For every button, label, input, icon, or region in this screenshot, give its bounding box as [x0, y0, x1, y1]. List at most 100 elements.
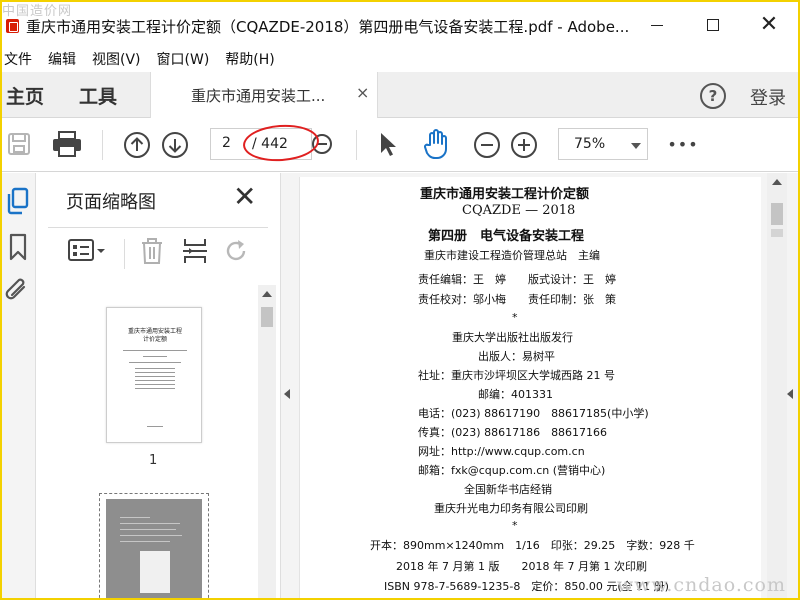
- minimize-icon: [651, 24, 663, 26]
- attachments-button[interactable]: [5, 277, 31, 305]
- page-postcode: 邮编：401331: [478, 388, 553, 401]
- zoom-select[interactable]: 75%: [558, 128, 648, 160]
- thumbnail-text-line: [135, 368, 175, 369]
- thumbnail-text-line: [147, 426, 163, 427]
- panel-divider: [48, 227, 268, 228]
- tab-bar: 主页 工具 重庆市通用安装工... × ? 登录: [0, 72, 800, 118]
- thumbnail-text-line: [135, 384, 175, 385]
- bookmark-icon: [9, 233, 27, 261]
- thumbnail-text-line: [143, 356, 167, 357]
- print-button[interactable]: [50, 128, 84, 160]
- menu-edit[interactable]: 编辑: [40, 49, 84, 69]
- select-tool-button[interactable]: [374, 128, 402, 160]
- tab-tools[interactable]: 工具: [79, 82, 117, 109]
- page-thumbnail-1[interactable]: 重庆市通用安装工程 计价定额: [106, 307, 202, 443]
- page-email: 邮箱：fxk@cqup.com.cn (营销中心): [418, 464, 606, 477]
- delete-page-button[interactable]: [140, 237, 166, 267]
- trash-icon: [142, 238, 162, 264]
- thumbnail-text-line: [120, 517, 150, 518]
- page-edition: 2018 年 7 月第 1 版 2018 年 7 月第 1 次印刷: [396, 560, 647, 573]
- printer-icon: [53, 131, 81, 157]
- toolbar-separator: [356, 130, 357, 160]
- zoom-out-icon: [474, 132, 500, 158]
- navigation-rail: [0, 173, 36, 600]
- document-scrollbar[interactable]: [767, 173, 787, 600]
- page-thumbnails-button[interactable]: [6, 187, 30, 215]
- menu-help[interactable]: 帮助(H): [217, 49, 282, 69]
- help-icon[interactable]: ?: [700, 83, 726, 109]
- page-publisher: 重庆大学出版社出版发行: [452, 331, 573, 344]
- document-tab-label: 重庆市通用安装工...: [191, 87, 326, 105]
- rotate-icon: [226, 240, 246, 261]
- next-page-button[interactable]: [160, 130, 190, 160]
- zoom-in-button[interactable]: [509, 130, 539, 160]
- thumbnail-text-line: [120, 529, 176, 530]
- thumbnail-scrollbar[interactable]: [258, 285, 276, 600]
- thumbnail-text-line: [135, 380, 175, 381]
- save-button[interactable]: [4, 128, 34, 160]
- previous-page-button[interactable]: [122, 130, 152, 160]
- hand-tool-button[interactable]: [420, 126, 454, 162]
- maximize-icon: [707, 19, 719, 31]
- document-view: 重庆市通用安装工程计价定额 CQAZDE — 2018 第四册 电气设备安装工程…: [294, 173, 800, 600]
- thumbnail-text-line: [129, 362, 181, 363]
- page-website: 网址：http://www.cqup.com.cn: [418, 445, 585, 458]
- page-printer: 重庆升光电力印务有限公司印刷: [434, 502, 588, 515]
- minimize-button[interactable]: [634, 10, 680, 40]
- page-thumbnails-icon: [7, 187, 29, 215]
- pdf-page: 重庆市通用安装工程计价定额 CQAZDE — 2018 第四册 电气设备安装工程…: [299, 177, 761, 600]
- login-button[interactable]: 登录: [750, 84, 786, 110]
- thumbnail-text-line: [120, 541, 170, 542]
- save-icon: [8, 133, 30, 155]
- page-compiler: 重庆市建设工程造价管理总站 主编: [424, 249, 600, 262]
- close-panel-icon[interactable]: ✕: [233, 183, 256, 211]
- page-number-input[interactable]: 2: [222, 135, 231, 151]
- thumbnail-text-line: [120, 523, 180, 524]
- thumbnails-panel: 页面缩略图 ✕ 重庆市通用安装工程 计价定额 1: [36, 173, 280, 600]
- page-seller: 全国新华书店经销: [464, 483, 552, 496]
- thumbnail-options-button[interactable]: [68, 237, 108, 265]
- page-format: 开本：890mm×1240mm 1/16 印张：29.25 字数：928 千: [370, 539, 695, 552]
- chevron-down-icon: [631, 143, 641, 149]
- panel-splitter[interactable]: [280, 173, 294, 600]
- menu-window[interactable]: 窗口(W): [149, 49, 218, 69]
- maximize-button[interactable]: [690, 10, 736, 40]
- thumbnail-figure: [140, 551, 170, 593]
- page-separator-star: *: [512, 519, 518, 532]
- panel-title: 页面缩略图: [66, 192, 156, 213]
- arrow-down-circle-icon: [162, 132, 188, 158]
- hand-icon: [424, 129, 447, 159]
- menu-bar: 文件 编辑 视图(V) 窗口(W) 帮助(H): [0, 46, 800, 72]
- page-thumbnail-2[interactable]: [106, 499, 202, 600]
- menu-file[interactable]: 文件: [0, 49, 40, 69]
- close-window-button[interactable]: ✕: [746, 10, 792, 40]
- menu-view[interactable]: 视图(V): [84, 49, 149, 69]
- more-tools-button[interactable]: •••: [666, 130, 700, 158]
- scroll-up-icon[interactable]: [772, 179, 782, 185]
- scroll-thumb[interactable]: [771, 203, 783, 225]
- page-code: CQAZDE — 2018: [462, 203, 576, 218]
- scroll-thumb[interactable]: [261, 307, 273, 327]
- right-panel-toggle-icon[interactable]: [787, 389, 793, 399]
- zoom-value: 75%: [574, 136, 606, 152]
- rotate-page-button[interactable]: [224, 237, 250, 267]
- toolbar-separator: [102, 130, 103, 160]
- thumbnail-text-line: [123, 350, 187, 351]
- thumbnail-text-line: [135, 372, 175, 373]
- list-options-icon: [68, 239, 105, 261]
- scroll-up-icon[interactable]: [262, 291, 272, 297]
- thumbnail-list: 重庆市通用安装工程 计价定额 1: [36, 285, 258, 600]
- page-title: 重庆市通用安装工程计价定额: [420, 187, 590, 202]
- panel-toolbar-separator: [124, 239, 125, 269]
- bookmarks-button[interactable]: [8, 233, 28, 261]
- tab-home[interactable]: 主页: [6, 82, 44, 109]
- thumbnail-1-label: 1: [149, 453, 158, 468]
- zoom-out-button[interactable]: [472, 130, 502, 160]
- tab-document[interactable]: 重庆市通用安装工... ×: [150, 72, 378, 118]
- thumbnail-text-line: [135, 376, 175, 377]
- collapse-panel-icon[interactable]: [284, 389, 290, 399]
- acrobat-app-icon: [6, 19, 19, 33]
- insert-page-button[interactable]: [182, 237, 208, 267]
- close-tab-icon[interactable]: ×: [356, 83, 369, 102]
- page-phone: 电话：(023) 88617190 88617185(中小学): [418, 407, 649, 420]
